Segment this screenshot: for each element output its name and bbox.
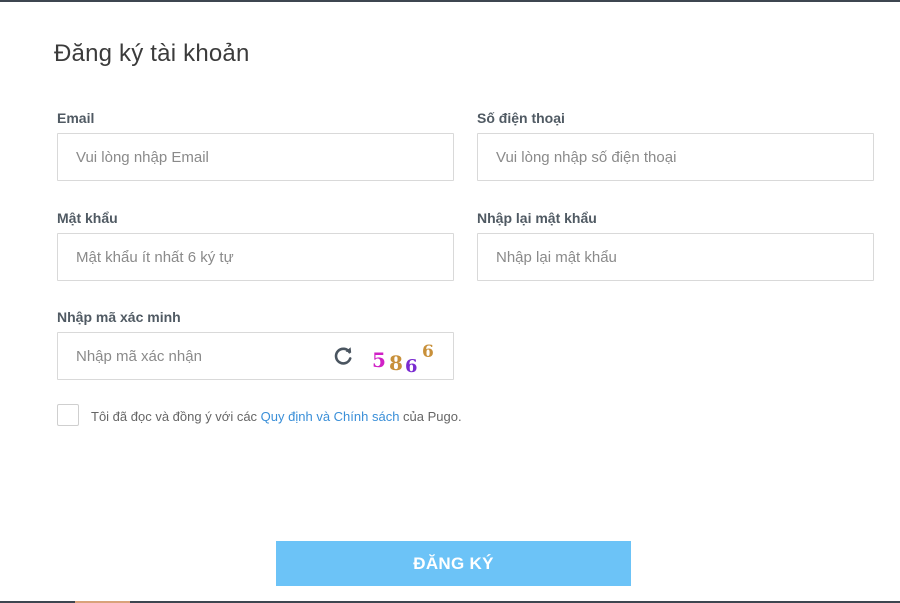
captcha-char-2: 8 <box>389 351 403 375</box>
refresh-icon[interactable] <box>332 345 354 367</box>
policy-link[interactable]: Quy định và Chính sách <box>261 409 400 424</box>
phone-field[interactable] <box>477 133 874 181</box>
agreement-prefix: Tôi đã đọc và đồng ý với các <box>91 409 261 424</box>
email-field[interactable] <box>57 133 454 181</box>
agree-checkbox[interactable] <box>57 404 79 426</box>
password-label: Mật khẩu <box>57 210 118 226</box>
confirm-password-field[interactable] <box>477 233 874 281</box>
captcha-char-1: 5 <box>372 348 386 372</box>
email-label: Email <box>57 110 95 126</box>
top-border <box>0 0 900 2</box>
page-title: Đăng ký tài khoản <box>54 40 250 67</box>
agreement-suffix: của Pugo. <box>399 409 462 424</box>
phone-label: Số điện thoại <box>477 110 565 126</box>
captcha-label: Nhập mã xác minh <box>57 309 181 325</box>
confirm-password-label: Nhập lại mật khẩu <box>477 210 597 226</box>
captcha-image: 5 8 6 6 <box>370 341 442 377</box>
captcha-char-3: 6 <box>405 356 418 377</box>
password-field[interactable] <box>57 233 454 281</box>
register-button[interactable]: ĐĂNG KÝ <box>276 541 631 586</box>
agreement-text: Tôi đã đọc và đồng ý với các Quy định và… <box>91 409 462 424</box>
captcha-char-4: 6 <box>422 342 434 362</box>
